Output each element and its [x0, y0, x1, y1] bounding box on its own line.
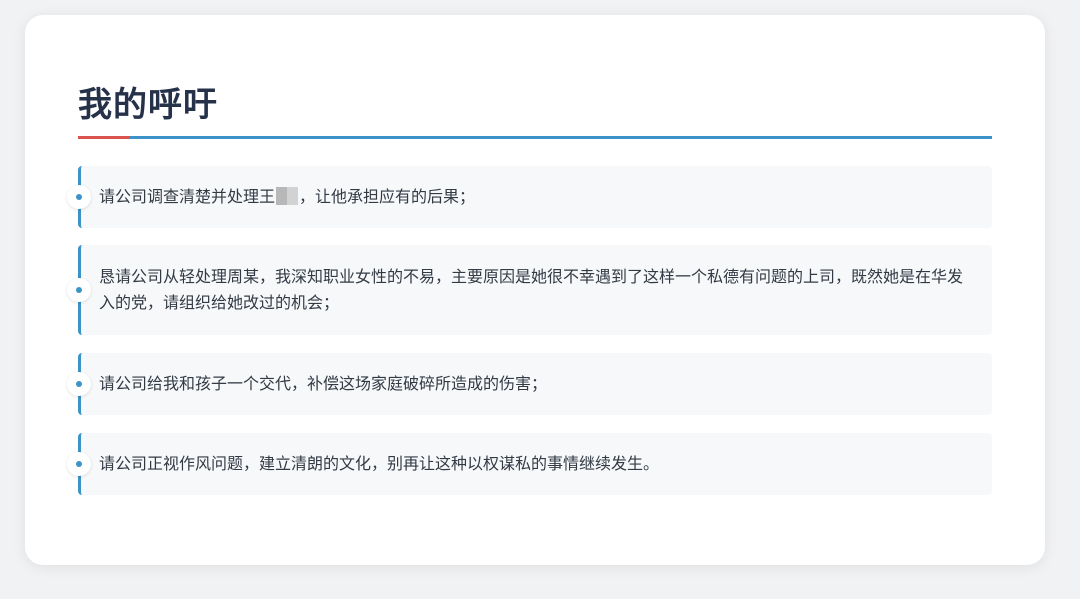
- appeal-item-1: 请公司调查清楚并处理王 ，让他承担应有的后果；: [67, 166, 992, 228]
- appeal-item-text: 请公司调查清楚并处理王 ，让他承担应有的后果；: [99, 184, 475, 210]
- appeal-item-text: 请公司正视作风问题，建立清朗的文化，别再让这种以权谋私的事情继续发生。: [99, 454, 660, 473]
- bullet-dot-icon: [67, 452, 91, 476]
- title-divider-accent: [78, 136, 130, 139]
- page-title: 我的呼吁: [78, 85, 218, 125]
- title-divider: [78, 136, 992, 139]
- bullet-dot-icon: [67, 185, 91, 209]
- appeal-item-text: 请公司给我和孩子一个交代，补偿这场家庭破碎所造成的伤害；: [99, 374, 548, 393]
- appeal-item-3: 请公司给我和孩子一个交代，补偿这场家庭破碎所造成的伤害；: [67, 353, 992, 415]
- appeal-item-text-end: ，让他承担应有的后果；: [299, 187, 476, 206]
- redacted-name-block: [276, 187, 299, 205]
- appeal-item-4: 请公司正视作风问题，建立清朗的文化，别再让这种以权谋私的事情继续发生。: [67, 433, 992, 495]
- appeal-card: 我的呼吁 请公司调查清楚并处理王 ，让他承担应有的后果； 恳请公司从轻处理周某，我…: [25, 15, 1045, 565]
- appeal-item-text-start: 请公司调查清楚并处理王: [99, 187, 276, 206]
- appeal-item-2: 恳请公司从轻处理周某，我深知职业女性的不易，主要原因是她很不幸遇到了这样一个私德…: [67, 245, 992, 335]
- bullet-dot-icon: [67, 372, 91, 396]
- bullet-dot-icon: [67, 278, 91, 302]
- appeal-item-text: 恳请公司从轻处理周某，我深知职业女性的不易，主要原因是她很不幸遇到了这样一个私德…: [99, 267, 964, 312]
